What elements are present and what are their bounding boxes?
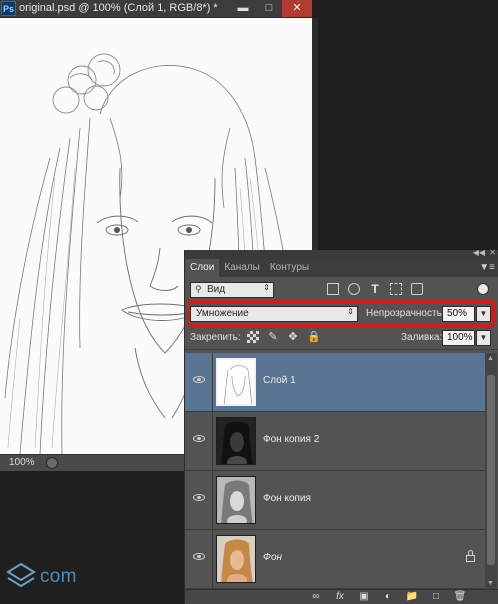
minimize-icon[interactable]: ▬ — [230, 0, 256, 17]
layer-row-fon[interactable]: Фон — [185, 530, 485, 589]
collapse-panel-icon[interactable]: ◀◀ — [473, 248, 485, 257]
close-panel-icon[interactable]: ✕ — [489, 248, 496, 257]
lock-label: Закрепить: — [190, 332, 241, 343]
watermark-text: com — [40, 566, 77, 587]
blend-row: Умножение ⇕ Непрозрачность: 50% ▼ — [185, 300, 498, 327]
layers-list: Слой 1 Фон копия 2 Фон копия Фон — [185, 353, 485, 589]
adjustment-filter-icon[interactable] — [348, 283, 360, 295]
layer-thumbnail — [216, 535, 256, 583]
opacity-input[interactable]: 50% — [442, 306, 475, 322]
delete-layer-icon[interactable]: 🗑 — [453, 591, 467, 603]
lock-transparent-icon[interactable] — [247, 331, 259, 343]
adjustment-layer-icon[interactable]: ◐ — [381, 591, 395, 603]
panel-menu-icon[interactable]: ▼≡ — [479, 262, 495, 273]
zoom-level[interactable]: 100% — [9, 457, 35, 468]
lock-row: Закрепить: ✎ ✥ 🔒 Заливка: 100% ▼ — [185, 325, 498, 350]
opacity-dropdown-icon[interactable]: ▼ — [476, 306, 491, 322]
blend-mode-value: Умножение — [196, 308, 249, 319]
tab-layers[interactable]: Слои — [185, 259, 220, 277]
layer-name: Слой 1 — [263, 375, 296, 386]
panel-tabs: Слои Каналы Контуры ▼≡ — [185, 259, 498, 277]
panel-header[interactable]: ◀◀ ✕ — [185, 248, 498, 259]
fx-icon[interactable]: fx — [333, 591, 347, 603]
smart-object-filter-icon[interactable] — [411, 283, 423, 295]
fill-input[interactable]: 100% — [442, 330, 475, 346]
link-layers-icon[interactable]: ∞ — [309, 591, 323, 603]
eye-icon[interactable] — [193, 494, 205, 501]
filter-toggle-icon[interactable] — [477, 283, 489, 295]
eye-icon[interactable] — [193, 435, 205, 442]
layers-scrollbar[interactable]: ▲ ▼ — [485, 353, 497, 589]
blend-mode-select[interactable]: Умножение ⇕ — [190, 306, 358, 322]
layer-name: Фон копия 2 — [263, 434, 320, 445]
layer-row-fon-kopiya-2[interactable]: Фон копия 2 — [185, 412, 485, 471]
layer-thumbnail — [216, 417, 256, 465]
filter-kind-select[interactable]: ⚲ Вид ⇕ — [190, 282, 274, 298]
layer-thumbnail — [216, 358, 256, 406]
add-mask-icon[interactable]: ▣ — [357, 591, 371, 603]
filter-row: ⚲ Вид ⇕ T — [185, 277, 498, 301]
lock-position-icon[interactable]: ✥ — [287, 331, 299, 343]
scroll-up-icon[interactable]: ▲ — [487, 355, 494, 362]
layer-row-sloi-1[interactable]: Слой 1 — [185, 353, 485, 412]
tab-channels[interactable]: Каналы — [219, 259, 265, 277]
scroll-down-icon[interactable]: ▼ — [487, 580, 494, 587]
tab-paths[interactable]: Контуры — [265, 259, 314, 277]
scroll-thumb[interactable] — [487, 375, 495, 565]
layer-row-fon-kopiya[interactable]: Фон копия — [185, 471, 485, 530]
lock-all-icon[interactable]: 🔒 — [307, 331, 321, 343]
layer-thumbnail — [216, 476, 256, 524]
document-title: original.psd @ 100% (Слой 1, RGB/8*) * — [19, 2, 218, 14]
watermark-logo-icon — [4, 560, 38, 594]
photoshop-app-icon: Ps — [1, 1, 16, 16]
panel-footer: ∞ fx ▣ ◐ 📁 □ 🗑 — [185, 589, 498, 604]
document-info-icon[interactable] — [46, 457, 58, 469]
shape-filter-icon[interactable] — [390, 283, 402, 295]
fill-label: Заливка: — [401, 332, 443, 343]
updown-arrows-icon: ⇕ — [263, 283, 270, 292]
fill-dropdown-icon[interactable]: ▼ — [476, 330, 491, 346]
search-icon: ⚲ — [195, 284, 202, 294]
eye-icon[interactable] — [193, 376, 205, 383]
filter-kind-label: Вид — [207, 284, 226, 295]
close-icon[interactable]: ✕ — [282, 0, 312, 17]
opacity-label: Непрозрачность: — [366, 308, 445, 319]
lock-image-icon[interactable]: ✎ — [267, 331, 279, 343]
layer-name: Фон — [263, 552, 283, 563]
eye-icon[interactable] — [193, 553, 205, 560]
text-filter-icon[interactable]: T — [369, 283, 381, 295]
layer-name: Фон копия — [263, 493, 311, 504]
image-filter-icon[interactable] — [327, 283, 339, 295]
maximize-icon[interactable]: □ — [256, 0, 282, 17]
document-tab[interactable]: Ps original.psd @ 100% (Слой 1, RGB/8*) … — [0, 0, 312, 18]
layers-panel: ◀◀ ✕ Слои Каналы Контуры ▼≡ ⚲ Вид ⇕ T Ум… — [184, 248, 498, 604]
new-layer-icon[interactable]: □ — [429, 591, 443, 603]
updown-arrows-icon: ⇕ — [347, 307, 354, 316]
lock-icon — [466, 550, 475, 562]
new-group-icon[interactable]: 📁 — [405, 591, 419, 603]
watermark: com — [4, 560, 77, 594]
